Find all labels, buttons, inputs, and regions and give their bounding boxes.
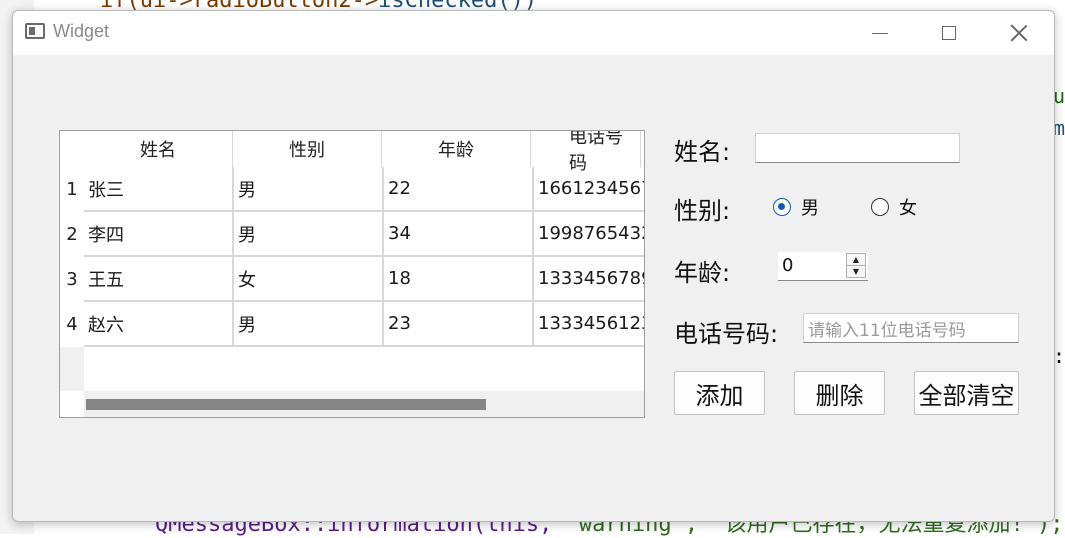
table-body: 张三 男 22 16612345678 李四 男 34 19987654321 … xyxy=(84,167,644,347)
cell-phone[interactable]: 13334561234 xyxy=(534,302,644,347)
close-icon xyxy=(1010,24,1028,42)
row-number[interactable]: 1 xyxy=(60,167,84,212)
cell-gender[interactable]: 男 xyxy=(234,302,384,347)
cell-gender[interactable]: 男 xyxy=(234,167,384,212)
cell-phone[interactable]: 19987654321 xyxy=(534,212,644,257)
caret-up-icon: ▲ xyxy=(852,255,860,264)
table-corner xyxy=(60,131,84,167)
table-row[interactable]: 王五 女 18 13334567890 xyxy=(84,257,644,302)
minimize-icon xyxy=(872,32,888,34)
column-header-gender[interactable]: 性别 xyxy=(233,131,382,167)
row-number[interactable]: 4 xyxy=(60,302,84,347)
contacts-table[interactable]: 姓名 性别 年龄 电话号码 1 2 3 4 张三 男 22 1661234567… xyxy=(59,130,645,418)
close-button[interactable] xyxy=(984,11,1054,55)
row-header-filler xyxy=(60,347,84,391)
column-header-name[interactable]: 姓名 xyxy=(84,131,233,167)
clear-all-button[interactable]: 全部清空 xyxy=(914,371,1019,415)
spin-down-button[interactable]: ▼ xyxy=(847,266,865,277)
cell-phone[interactable]: 16612345678 xyxy=(534,167,644,212)
cell-phone[interactable]: 13334567890 xyxy=(534,257,644,302)
name-label: 姓名: xyxy=(674,138,731,166)
maximize-button[interactable] xyxy=(914,11,984,55)
add-button[interactable]: 添加 xyxy=(674,371,765,415)
gender-option-label: 男 xyxy=(801,198,819,219)
scrollbar-thumb[interactable] xyxy=(86,399,486,410)
age-label: 年龄: xyxy=(674,259,731,287)
cell-gender[interactable]: 男 xyxy=(234,212,384,257)
maximize-icon xyxy=(942,26,956,40)
spin-buttons: ▲ ▼ xyxy=(846,253,866,278)
radio-unselected-icon xyxy=(871,198,889,216)
gender-radio-male[interactable]: 男 xyxy=(773,194,819,220)
cell-name[interactable]: 赵六 xyxy=(84,302,234,347)
cell-gender[interactable]: 女 xyxy=(234,257,384,302)
table-header: 姓名 性别 年龄 电话号码 xyxy=(84,131,641,174)
age-value[interactable]: 0 xyxy=(782,255,793,276)
radio-selected-icon xyxy=(773,198,791,216)
table-row[interactable]: 赵六 男 23 13334561234 xyxy=(84,302,644,347)
cell-name[interactable]: 王五 xyxy=(84,257,234,302)
name-input[interactable] xyxy=(755,133,960,163)
table-row[interactable]: 李四 男 34 19987654321 xyxy=(84,212,644,257)
caret-down-icon: ▼ xyxy=(852,267,860,276)
cell-name[interactable]: 李四 xyxy=(84,212,234,257)
window-app-icon xyxy=(25,23,45,39)
phone-placeholder: 请输入11位电话号码 xyxy=(808,320,966,341)
table-row[interactable]: 张三 男 22 16612345678 xyxy=(84,167,644,212)
minimize-button[interactable] xyxy=(845,11,915,55)
age-spinbox[interactable]: 0 ▲ ▼ xyxy=(778,252,868,281)
phone-input[interactable]: 请输入11位电话号码 xyxy=(803,313,1019,343)
gender-option-label: 女 xyxy=(899,198,917,219)
window-title: Widget xyxy=(53,21,110,41)
phone-label: 电话号码: xyxy=(674,320,779,348)
cell-name[interactable]: 张三 xyxy=(84,167,234,212)
gender-label: 性别: xyxy=(674,197,731,225)
row-header: 1 2 3 4 xyxy=(60,167,84,347)
cell-age[interactable]: 18 xyxy=(384,257,534,302)
spin-up-button[interactable]: ▲ xyxy=(847,254,865,266)
cell-age[interactable]: 22 xyxy=(384,167,534,212)
column-header-phone[interactable]: 电话号码 xyxy=(531,131,641,174)
horizontal-scrollbar[interactable] xyxy=(84,391,644,417)
title-bar[interactable]: Widget xyxy=(13,11,1054,55)
cell-age[interactable]: 23 xyxy=(384,302,534,347)
cell-age[interactable]: 34 xyxy=(384,212,534,257)
widget-window: Widget 姓名 性别 年龄 电话号码 1 2 3 4 张三 男 22 166… xyxy=(12,10,1055,522)
row-number[interactable]: 2 xyxy=(60,212,84,257)
column-header-age[interactable]: 年龄 xyxy=(382,131,531,167)
delete-button[interactable]: 删除 xyxy=(794,371,885,415)
row-number[interactable]: 3 xyxy=(60,257,84,302)
gender-radio-female[interactable]: 女 xyxy=(871,194,917,220)
